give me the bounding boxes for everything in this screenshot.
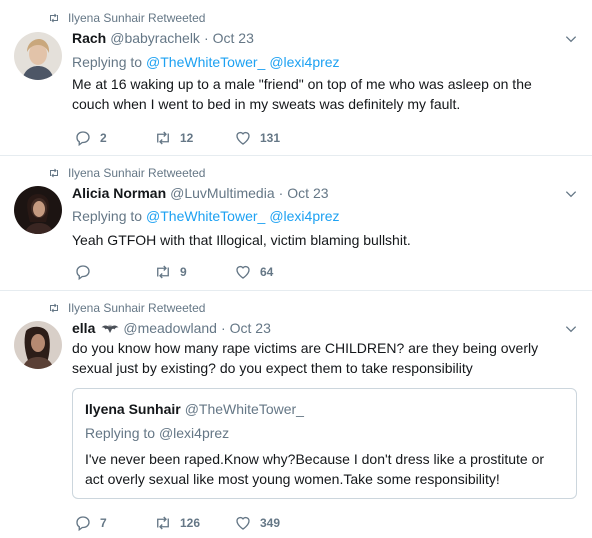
- tweet-text: do you know how many rape victims are CH…: [72, 340, 539, 376]
- display-name[interactable]: Alicia Norman: [72, 185, 166, 201]
- quoted-replying-to-label: Replying to: [85, 425, 156, 441]
- reply-icon: [76, 131, 90, 147]
- tweet-header: Rach @babyrachelk · Oct 23: [72, 28, 254, 48]
- separator-dot: ·: [220, 320, 226, 336]
- bat-emoji: [101, 323, 119, 334]
- quoted-replying-to: Replying to @lexi4prez: [85, 425, 229, 441]
- retweet-count: 12: [180, 131, 194, 145]
- retweet-icon: [157, 131, 169, 145]
- retweet-button[interactable]: 126: [154, 514, 234, 532]
- mention-link[interactable]: @TheWhiteTower_: [146, 208, 265, 224]
- quoted-tweet-text: I've never been raped.Know why?Because I…: [85, 451, 545, 487]
- tweet-actions: 9 64: [74, 262, 314, 282]
- retweet-count: 9: [180, 265, 187, 279]
- reply-icon: [76, 516, 90, 532]
- retweet-icon: [48, 12, 60, 24]
- quoted-tweet-header: Ilyena Sunhair @TheWhiteTower_: [85, 401, 304, 417]
- reply-count: 2: [100, 131, 107, 145]
- retweet-context-label: Ilyena Sunhair Retweeted: [68, 301, 206, 315]
- avatar[interactable]: [14, 32, 62, 80]
- retweet-icon: [157, 265, 169, 279]
- mention-link[interactable]: @lexi4prez: [269, 54, 339, 70]
- reply-button[interactable]: 2: [74, 129, 154, 147]
- replying-to: Replying to @TheWhiteTower_ @lexi4prez: [72, 206, 340, 226]
- like-icon: [236, 516, 250, 530]
- caret-down-icon[interactable]: [564, 322, 578, 336]
- retweet-icon: [48, 302, 60, 314]
- retweet-context-label: Ilyena Sunhair Retweeted: [68, 11, 206, 25]
- reply-button[interactable]: 7: [74, 514, 154, 532]
- caret-down-icon[interactable]: [564, 32, 578, 46]
- retweet-button[interactable]: 9: [154, 263, 234, 281]
- retweet-context: Ilyena Sunhair Retweeted: [48, 10, 205, 26]
- retweet-context: Ilyena Sunhair Retweeted: [48, 300, 205, 316]
- tweet-header: ella @meadowland · Oct 23: [72, 318, 271, 338]
- retweet-icon: [48, 167, 60, 179]
- timestamp[interactable]: Oct 23: [230, 320, 271, 336]
- tweet[interactable]: Ilyena Sunhair Retweeted Rach @babyrache…: [0, 0, 592, 155]
- tweet-actions: 2 12 131: [74, 128, 314, 148]
- like-button[interactable]: 349: [234, 514, 314, 532]
- retweet-icon: [157, 516, 169, 530]
- tweet[interactable]: Ilyena Sunhair Retweeted ella @meadowlan…: [0, 291, 592, 538]
- like-count: 349: [260, 516, 281, 530]
- username[interactable]: @meadowland: [123, 320, 217, 336]
- quoted-mention: @lexi4prez: [158, 425, 230, 441]
- retweet-count: 126: [180, 516, 201, 530]
- username[interactable]: @LuvMultimedia: [170, 185, 274, 201]
- mention-link[interactable]: @lexi4prez: [269, 208, 339, 224]
- tweet-actions: 7 126 349: [74, 513, 314, 533]
- reply-count: 7: [100, 516, 107, 530]
- like-button[interactable]: 131: [234, 129, 314, 147]
- quoted-username: @TheWhiteTower_: [184, 401, 304, 417]
- tweet-text: Me at 16 waking up to a male "friend" on…: [72, 76, 532, 112]
- retweet-context: Ilyena Sunhair Retweeted: [48, 165, 205, 181]
- tweet[interactable]: Ilyena Sunhair Retweeted Alicia Norman @…: [0, 156, 592, 290]
- reply-icon: [76, 265, 90, 281]
- avatar[interactable]: [14, 321, 62, 369]
- caret-down-icon[interactable]: [564, 187, 578, 201]
- like-count: 131: [260, 131, 281, 145]
- replying-to-label: Replying to: [72, 208, 143, 224]
- separator-dot: ·: [278, 185, 284, 201]
- like-icon: [236, 131, 250, 145]
- tweet-text: Yeah GTFOH with that Illogical, victim b…: [72, 232, 411, 248]
- timestamp[interactable]: Oct 23: [287, 185, 328, 201]
- replying-to-label: Replying to: [72, 54, 143, 70]
- retweet-context-label: Ilyena Sunhair Retweeted: [68, 166, 206, 180]
- like-button[interactable]: 64: [234, 263, 314, 281]
- tweet-header: Alicia Norman @LuvMultimedia · Oct 23: [72, 183, 329, 203]
- quoted-display-name: Ilyena Sunhair: [85, 401, 181, 417]
- display-name[interactable]: Rach: [72, 30, 106, 46]
- timestamp[interactable]: Oct 23: [213, 30, 254, 46]
- username[interactable]: @babyrachelk: [110, 30, 200, 46]
- retweet-button[interactable]: 12: [154, 129, 234, 147]
- replying-to: Replying to @TheWhiteTower_ @lexi4prez: [72, 52, 340, 72]
- separator-dot: ·: [203, 30, 209, 46]
- quoted-tweet[interactable]: Ilyena Sunhair @TheWhiteTower_ Replying …: [72, 388, 577, 499]
- reply-button[interactable]: [74, 263, 154, 281]
- display-name[interactable]: ella: [72, 320, 95, 336]
- like-count: 64: [260, 265, 274, 279]
- mention-link[interactable]: @TheWhiteTower_: [146, 54, 265, 70]
- like-icon: [236, 265, 250, 279]
- avatar[interactable]: [14, 186, 62, 234]
